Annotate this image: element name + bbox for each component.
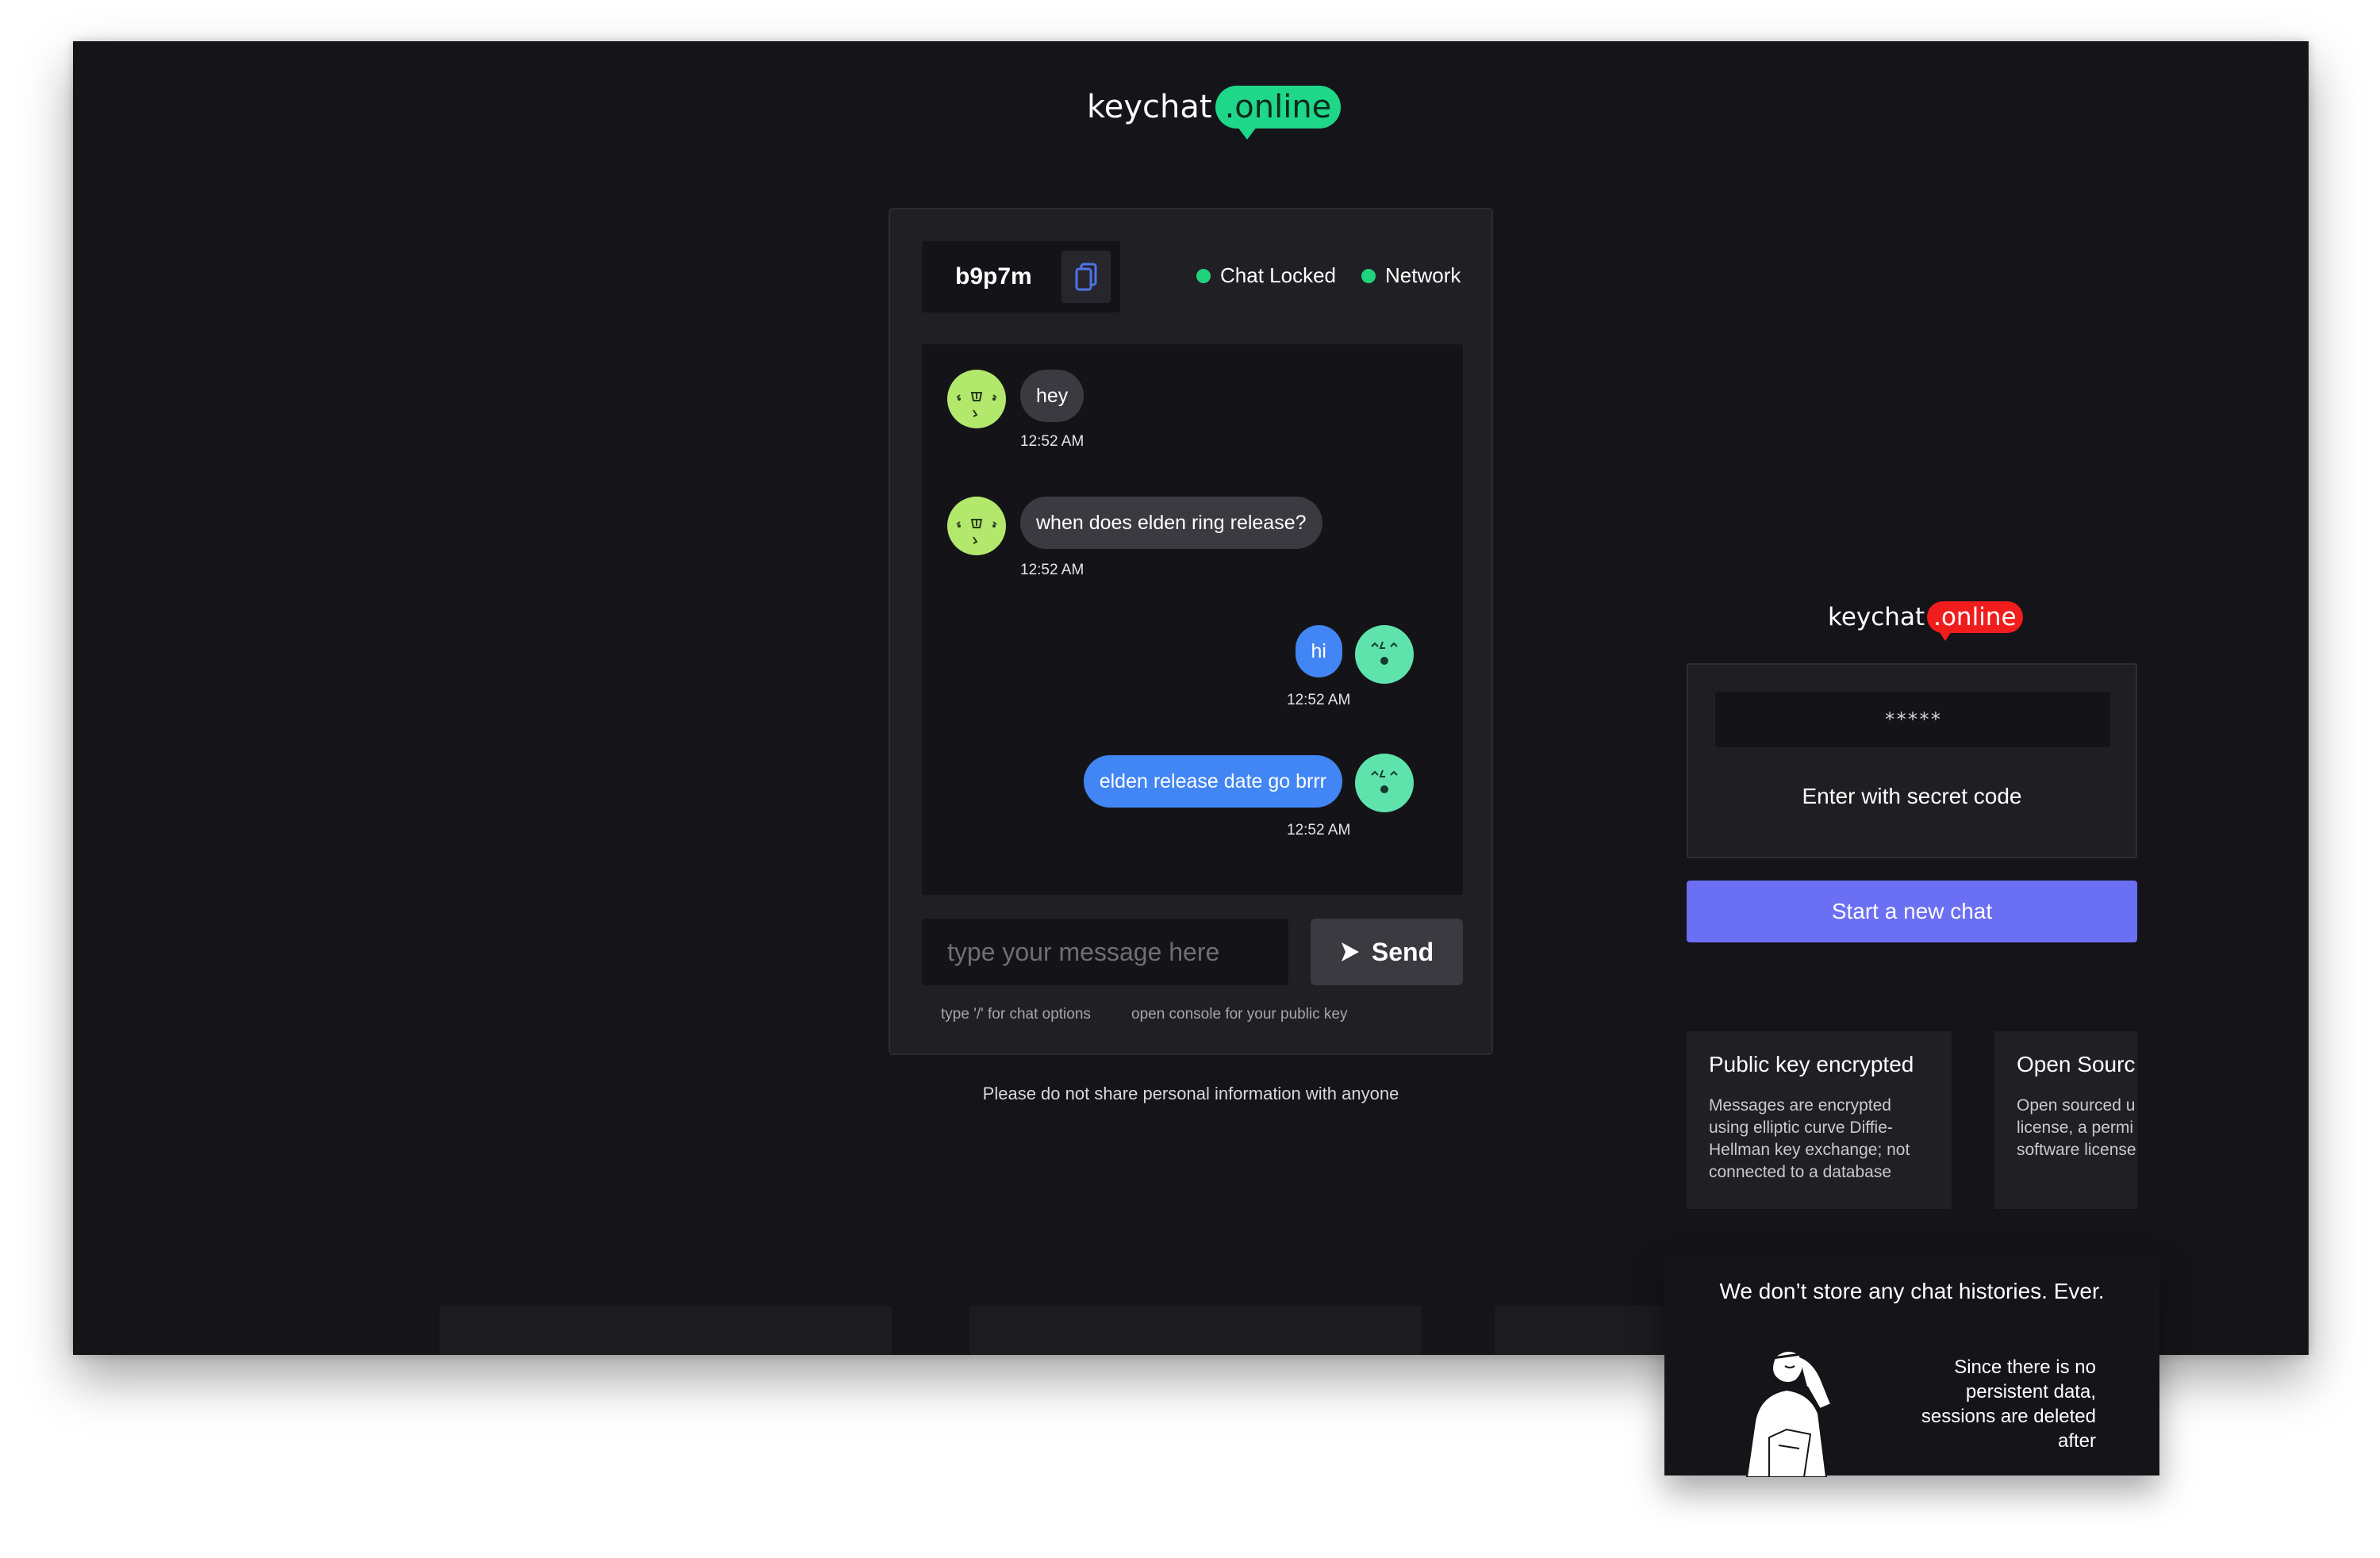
avatar bbox=[1355, 625, 1414, 684]
logo-badge: .online bbox=[1927, 601, 2023, 641]
avatar bbox=[947, 370, 1006, 428]
network-label: Network bbox=[1385, 263, 1461, 287]
chat-panel: b9p7m Chat Locked Network hey 12:52 AM w… bbox=[889, 208, 1493, 1055]
status-dot-icon bbox=[1196, 268, 1211, 283]
person-illustration-icon bbox=[1745, 1350, 1833, 1477]
send-button[interactable]: Send bbox=[1311, 919, 1463, 985]
avatar bbox=[1355, 754, 1414, 812]
message-bubble: hi bbox=[1295, 625, 1342, 677]
message-time: 12:52 AM bbox=[1020, 433, 1084, 450]
copy-code-button[interactable] bbox=[1061, 251, 1111, 303]
message-list: hey 12:52 AM when does elden ring releas… bbox=[922, 344, 1463, 895]
feature-body-line: license, a permi bbox=[2017, 1119, 2134, 1137]
send-label: Send bbox=[1371, 937, 1434, 966]
privacy-disclaimer: Please do not share personal information… bbox=[982, 1084, 1399, 1103]
keychat-logo-small[interactable]: keychat .online bbox=[1828, 601, 2023, 641]
keychat-logo[interactable]: keychat .online bbox=[1087, 86, 1342, 140]
message-bubble: hey bbox=[1020, 370, 1084, 422]
room-code: b9p7m bbox=[955, 263, 1032, 290]
avatar-face-icon bbox=[1371, 769, 1398, 793]
no-history-description: Since there is no persistent data, sessi… bbox=[1921, 1357, 2096, 1452]
avatar-face-icon bbox=[1371, 641, 1398, 665]
chat-options-hint: type '/' for chat options bbox=[941, 1006, 1091, 1023]
message-time: 12:52 AM bbox=[1287, 692, 1351, 708]
message-input[interactable] bbox=[922, 919, 1288, 985]
chat-locked-label: Chat Locked bbox=[1220, 263, 1336, 287]
chat-locked-status: Chat Locked bbox=[1196, 263, 1336, 288]
message-outgoing: hi 12:52 AM bbox=[922, 601, 1463, 720]
avatar bbox=[947, 497, 1006, 555]
logo-word: keychat bbox=[1828, 603, 1925, 631]
secret-code-input[interactable] bbox=[1715, 692, 2110, 747]
send-icon bbox=[1341, 942, 1359, 961]
no-history-card: We don’t store any chat histories. Ever.… bbox=[1664, 1255, 2159, 1477]
logo-badge: .online bbox=[1215, 86, 1342, 140]
feature-body: Messages are encrypted using elliptic cu… bbox=[1709, 1096, 1910, 1181]
message-bubble: when does elden ring release? bbox=[1020, 497, 1322, 549]
message-time: 12:52 AM bbox=[1287, 822, 1351, 838]
feature-title: Open Sourc bbox=[2017, 1052, 2136, 1076]
no-history-title: We don’t store any chat histories. Ever. bbox=[1719, 1279, 2105, 1303]
secret-code-box: Enter with secret code bbox=[1687, 663, 2137, 858]
avatar-face-icon bbox=[956, 519, 997, 544]
logo-word: keychat bbox=[1087, 89, 1212, 125]
feature-card-open-source: Open Sourc Open sourced u license, a per… bbox=[1994, 1031, 2137, 1209]
network-status: Network bbox=[1361, 263, 1461, 288]
enter-with-code-button[interactable]: Enter with secret code bbox=[1688, 784, 2136, 809]
feature-body-line: software license bbox=[2017, 1141, 2136, 1159]
start-new-chat-button[interactable]: Start a new chat bbox=[1687, 881, 2137, 942]
feature-title: Public key encrypted bbox=[1709, 1052, 1914, 1076]
faded-card bbox=[969, 1306, 1422, 1355]
message-incoming: hey 12:52 AM bbox=[922, 344, 1463, 463]
status-dot-icon bbox=[1361, 268, 1376, 283]
message-outgoing: elden release date go brrr 12:52 AM bbox=[922, 730, 1463, 849]
message-time: 12:52 AM bbox=[1020, 562, 1084, 578]
feature-card-encryption: Public key encrypted Messages are encryp… bbox=[1687, 1031, 1952, 1209]
message-bubble: elden release date go brrr bbox=[1083, 755, 1342, 808]
landing-overlay: keychat .online Enter with secret code S… bbox=[1664, 587, 2159, 1477]
avatar-face-icon bbox=[956, 392, 997, 417]
copy-icon bbox=[1075, 263, 1097, 291]
room-code-box: b9p7m bbox=[922, 241, 1120, 313]
feature-body-line: Open sourced u bbox=[2017, 1096, 2136, 1115]
console-hint: open console for your public key bbox=[1131, 1006, 1348, 1023]
message-incoming: when does elden ring release? 12:52 AM bbox=[922, 473, 1463, 592]
faded-card bbox=[440, 1306, 892, 1355]
